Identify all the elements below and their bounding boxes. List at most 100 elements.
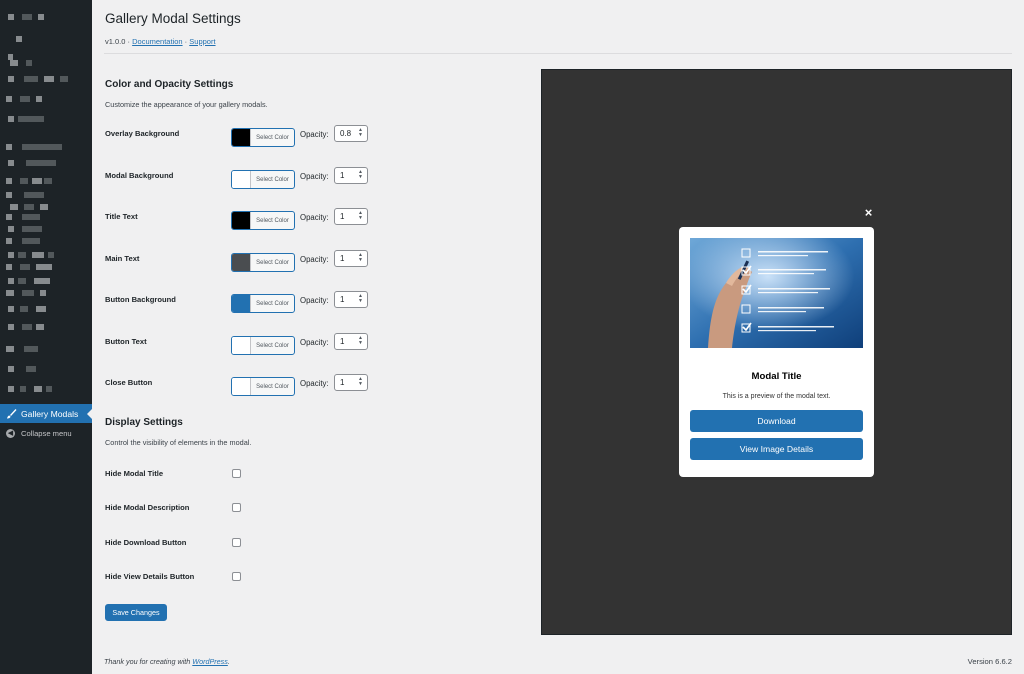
select-color-label: Select Color <box>256 383 289 390</box>
opacity-value: 0.8 <box>340 129 352 138</box>
redacted-menu-block <box>36 264 52 270</box>
redacted-menu-block <box>44 178 52 184</box>
spinner-arrows-icon[interactable]: ▲ ▼ <box>358 170 363 180</box>
spinner-arrows-icon[interactable]: ▲ ▼ <box>358 128 363 138</box>
color-swatch <box>232 337 251 354</box>
view-image-details-button[interactable]: View Image Details <box>690 438 863 460</box>
spinner-arrows-icon[interactable]: ▲ ▼ <box>358 336 363 346</box>
support-link[interactable]: Support <box>189 37 215 46</box>
spinner-arrows-icon[interactable]: ▲ ▼ <box>358 377 363 387</box>
redacted-menu-block <box>22 144 62 150</box>
page-title: Gallery Modal Settings <box>105 11 241 26</box>
select-color-label: Select Color <box>256 300 289 307</box>
redacted-menu-block <box>32 178 42 184</box>
select-color-button[interactable]: Select Color <box>231 294 295 313</box>
download-button[interactable]: Download <box>690 410 863 432</box>
redacted-menu-block <box>26 366 36 372</box>
redacted-menu-block <box>22 290 34 296</box>
opacity-input[interactable]: 1 ▲ ▼ <box>334 208 368 225</box>
opacity-value: 1 <box>340 378 345 387</box>
select-color-button[interactable]: Select Color <box>231 377 295 396</box>
display-section-description: Control the visibility of elements in th… <box>105 438 252 447</box>
color-row-label: Main Text <box>105 254 140 263</box>
redacted-menu-block <box>6 178 12 184</box>
save-changes-button[interactable]: Save Changes <box>105 604 167 621</box>
opacity-value: 1 <box>340 212 345 221</box>
redacted-menu-block <box>26 160 56 166</box>
select-color-label: Select Color <box>256 134 289 141</box>
paintbrush-icon <box>5 408 17 420</box>
redacted-menu-block <box>24 346 38 352</box>
color-section-description: Customize the appearance of your gallery… <box>105 100 268 109</box>
redacted-menu-block <box>10 60 18 66</box>
redacted-menu-block <box>18 278 26 284</box>
collapse-menu-button[interactable]: ◀ Collapse menu <box>0 426 92 440</box>
redacted-menu-block <box>24 192 44 198</box>
visibility-checkbox[interactable] <box>232 503 241 512</box>
wordpress-link[interactable]: WordPress <box>192 657 228 666</box>
opacity-input[interactable]: 1 ▲ ▼ <box>334 250 368 267</box>
redacted-menu-block <box>6 214 12 220</box>
redacted-menu-block <box>6 290 14 296</box>
footer-version: Version 6.6.2 <box>967 657 1012 666</box>
spinner-arrows-icon[interactable]: ▲ ▼ <box>358 294 363 304</box>
spinner-arrows-icon[interactable]: ▲ ▼ <box>358 211 363 221</box>
select-color-button[interactable]: Select Color <box>231 128 295 147</box>
opacity-label: Opacity: <box>300 255 329 264</box>
color-row-label: Button Background <box>105 295 176 304</box>
opacity-label: Opacity: <box>300 213 329 222</box>
visibility-checkbox[interactable] <box>232 572 241 581</box>
redacted-menu-block <box>8 278 14 284</box>
opacity-input[interactable]: 0.8 ▲ ▼ <box>334 125 368 142</box>
redacted-menu-block <box>20 386 26 392</box>
select-color-button[interactable]: Select Color <box>231 211 295 230</box>
redacted-menu-block <box>22 214 40 220</box>
select-color-label: Select Color <box>256 342 289 349</box>
color-row-label: Overlay Background <box>105 129 180 138</box>
opacity-value: 1 <box>340 171 345 180</box>
opacity-label: Opacity: <box>300 379 329 388</box>
redacted-menu-block <box>32 252 44 258</box>
color-section-title: Color and Opacity Settings <box>105 79 234 90</box>
redacted-menu-block <box>22 238 40 244</box>
redacted-menu-block <box>8 14 14 20</box>
redacted-menu-block <box>22 14 32 20</box>
redacted-menu-block <box>36 324 44 330</box>
select-color-button[interactable]: Select Color <box>231 336 295 355</box>
sidebar-item-label: Gallery Modals <box>21 408 79 419</box>
sidebar-item-gallery-modals[interactable]: Gallery Modals <box>0 404 93 423</box>
close-icon[interactable]: × <box>863 206 874 219</box>
spinner-arrows-icon[interactable]: ▲ ▼ <box>358 253 363 263</box>
color-swatch <box>232 378 251 395</box>
redacted-menu-block <box>6 144 12 150</box>
visibility-checkbox[interactable] <box>232 469 241 478</box>
redacted-menu-block <box>44 76 54 82</box>
opacity-input[interactable]: 1 ▲ ▼ <box>334 167 368 184</box>
select-color-button[interactable]: Select Color <box>231 253 295 272</box>
opacity-input[interactable]: 1 ▲ ▼ <box>334 291 368 308</box>
collapse-arrow-icon: ◀ <box>6 428 15 438</box>
redacted-menu-block <box>8 324 14 330</box>
color-swatch <box>232 212 251 229</box>
select-color-button[interactable]: Select Color <box>231 170 295 189</box>
redacted-menu-block <box>8 116 14 122</box>
redacted-menu-block <box>20 264 30 270</box>
version-text: v1.0.0 <box>105 37 126 46</box>
admin-sidebar: Gallery Modals ◀ Collapse menu <box>0 0 93 674</box>
opacity-input[interactable]: 1 ▲ ▼ <box>334 333 368 350</box>
meta-separator: · <box>184 37 188 46</box>
opacity-input[interactable]: 1 ▲ ▼ <box>334 374 368 391</box>
redacted-menu-block <box>18 116 44 122</box>
documentation-link[interactable]: Documentation <box>132 37 182 46</box>
color-row-label: Title Text <box>105 212 138 221</box>
header-divider <box>104 53 1012 54</box>
redacted-menu-block <box>6 264 12 270</box>
redacted-menu-block <box>18 252 26 258</box>
redacted-menu-block <box>20 178 28 184</box>
redacted-menu-block <box>60 76 68 82</box>
opacity-value: 1 <box>340 254 345 263</box>
redacted-menu-block <box>22 324 32 330</box>
redacted-menu-block <box>8 252 14 258</box>
visibility-checkbox[interactable] <box>232 538 241 547</box>
redacted-menu-block <box>38 14 44 20</box>
